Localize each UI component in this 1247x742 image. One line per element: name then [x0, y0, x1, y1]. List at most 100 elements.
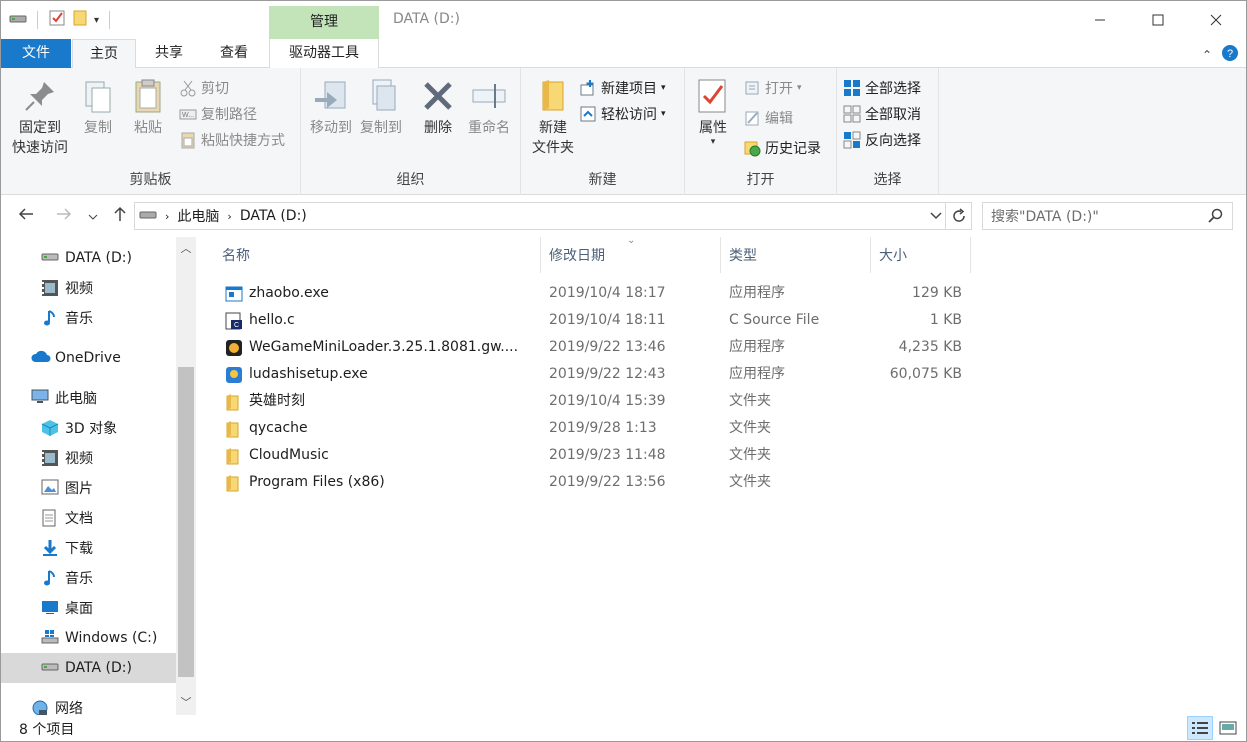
tab-drive-tools[interactable]: 驱动器工具 [269, 39, 379, 68]
file-row[interactable]: zhaobo.exe 2019/10/4 18:17 应用程序 129 KB [217, 280, 1157, 307]
divider [37, 11, 38, 29]
nav-item[interactable]: 视频 [1, 273, 176, 303]
file-date: 2019/9/28 1:13 [549, 420, 657, 436]
pin-label-2: 快速访问 [12, 140, 68, 156]
tab-share[interactable]: 共享 [139, 39, 199, 68]
file-date: 2019/10/4 15:39 [549, 393, 666, 409]
explorer-window: ▾ 管理 DATA (D:) 文件 主页 共享 查看 驱动器工具 ⌃ ? 固定到… [0, 0, 1247, 742]
file-row[interactable]: Program Files (x86) 2019/9/22 13:56 文件夹 [217, 469, 1157, 496]
copy-path-button[interactable]: W... 复制路径 [179, 102, 257, 126]
nav-item[interactable]: 视频 [1, 443, 176, 473]
nav-item[interactable]: DATA (D:) [1, 243, 176, 273]
file-row[interactable]: 英雄时刻 2019/10/4 15:39 文件夹 [217, 388, 1157, 415]
svg-text:C: C [234, 322, 239, 329]
nav-item[interactable]: DATA (D:) [1, 653, 176, 683]
scrollbar-thumb[interactable] [178, 367, 194, 677]
tab-view[interactable]: 查看 [204, 39, 264, 68]
nav-item[interactable]: 文档 [1, 503, 176, 533]
maximize-button[interactable] [1129, 1, 1187, 39]
copy-path-label: 复制路径 [201, 107, 257, 123]
svg-text:W...: W... [182, 112, 194, 119]
paste-label: 粘贴 [134, 120, 162, 136]
onedrive-icon [31, 349, 51, 367]
new-folder-button[interactable]: 新建 文件夹 [525, 78, 581, 158]
column-header-size[interactable]: 大小 [871, 237, 971, 273]
file-name-cell: WeGameMiniLoader.3.25.1.8081.gw.... [225, 334, 535, 361]
rename-button[interactable]: 重命名 [463, 78, 515, 138]
refresh-button[interactable] [946, 202, 972, 230]
nav-item[interactable]: 图片 [1, 473, 176, 503]
column-header-date[interactable]: 修改日期 [541, 237, 721, 273]
tab-manage[interactable]: 管理 [269, 6, 379, 39]
help-icon[interactable]: ? [1222, 45, 1238, 65]
delete-button[interactable]: 删除 [415, 78, 461, 138]
nav-item[interactable]: 音乐 [1, 303, 176, 333]
cut-button[interactable]: 剪切 [179, 76, 229, 100]
easy-access-label: 轻松访问 [601, 107, 657, 123]
file-row[interactable]: qycache 2019/9/28 1:13 文件夹 [217, 415, 1157, 442]
file-name: 英雄时刻 [249, 393, 305, 409]
details-view-button[interactable] [1187, 716, 1213, 740]
tab-home[interactable]: 主页 [72, 39, 136, 69]
close-button[interactable] [1187, 1, 1245, 39]
nav-item-label: 音乐 [65, 571, 93, 587]
select-all-button[interactable]: 全部选择 [843, 76, 921, 100]
invert-selection-button[interactable]: 反向选择 [843, 128, 921, 152]
file-row[interactable]: CloudMusic 2019/9/23 11:48 文件夹 [217, 442, 1157, 469]
customize-qat-icon[interactable]: ▾ [94, 15, 99, 26]
scroll-up-icon[interactable]: ︿ [176, 239, 196, 259]
nav-item[interactable]: 桌面 [1, 593, 176, 623]
file-row[interactable]: Chello.c 2019/10/4 18:11 C Source File 1 KB [217, 307, 1157, 334]
column-header-name[interactable]: 名称 [214, 237, 541, 273]
new-folder-qat-icon[interactable] [72, 9, 88, 31]
recent-locations-icon[interactable] [87, 208, 99, 227]
title-bar: ▾ 管理 DATA (D:) [1, 1, 1246, 39]
nav-item-label: OneDrive [55, 350, 121, 366]
address-bar[interactable]: › 此电脑 › DATA (D:) [134, 202, 946, 230]
select-none-icon [843, 105, 861, 123]
expand-ribbon-icon[interactable]: ⌃ [1202, 48, 1212, 62]
breadcrumb-chevron-icon[interactable]: › [165, 210, 169, 223]
minimize-button[interactable] [1071, 1, 1129, 39]
nav-item[interactable]: Windows (C:) [1, 623, 176, 653]
breadcrumb-chevron-icon[interactable]: › [227, 210, 231, 223]
nav-scrollbar[interactable]: ︿ ﹀ [176, 237, 196, 715]
history-button[interactable]: 历史记录 [743, 136, 821, 160]
paste-button[interactable]: 粘贴 [125, 78, 171, 138]
search-input[interactable]: 搜索"DATA (D:)" [982, 202, 1233, 230]
move-to-button[interactable]: 移动到 [305, 78, 357, 138]
nav-item[interactable]: 3D 对象 [1, 413, 176, 443]
new-folder-icon [535, 78, 571, 114]
file-row[interactable]: WeGameMiniLoader.3.25.1.8081.gw.... 2019/… [217, 334, 1157, 361]
breadcrumb-this-pc[interactable]: 此电脑 [177, 206, 219, 226]
file-name-cell: ludashisetup.exe [225, 361, 535, 388]
file-row[interactable]: ludashisetup.exe 2019/9/22 12:43 应用程序 60,07… [217, 361, 1157, 388]
large-icons-view-button[interactable] [1215, 716, 1241, 740]
nav-item[interactable]: 此电脑 [1, 383, 176, 413]
nav-item[interactable]: 音乐 [1, 563, 176, 593]
open-button[interactable]: 打开 ▾ [743, 76, 802, 100]
properties-qat-icon[interactable] [48, 9, 66, 31]
copy-button[interactable]: 复制 [75, 78, 121, 138]
properties-button[interactable]: 属性 ▾ [689, 78, 737, 147]
nav-item[interactable]: OneDrive [1, 343, 176, 373]
nav-item[interactable]: 下载 [1, 533, 176, 563]
scroll-down-icon[interactable]: ﹀ [176, 693, 196, 713]
group-label-organize: 组织 [396, 172, 425, 188]
up-icon[interactable] [111, 205, 129, 227]
folder-icon [225, 474, 243, 492]
tab-file[interactable]: 文件 [1, 39, 71, 68]
easy-access-button[interactable]: 轻松访问 ▾ [579, 102, 666, 126]
select-none-button[interactable]: 全部取消 [843, 102, 921, 126]
pin-quick-access-button[interactable]: 固定到 快速访问 [7, 78, 73, 158]
address-dropdown-icon[interactable] [929, 208, 943, 226]
new-item-button[interactable]: 新建项目 ▾ [579, 76, 666, 100]
group-label-select: 选择 [873, 172, 902, 188]
forward-icon[interactable] [55, 205, 73, 227]
paste-shortcut-button[interactable]: 粘贴快捷方式 [179, 128, 285, 152]
edit-button[interactable]: 编辑 [743, 106, 793, 130]
back-icon[interactable] [17, 205, 35, 227]
column-header-type[interactable]: 类型 [721, 237, 871, 273]
copy-to-button[interactable]: 复制到 [355, 78, 407, 138]
breadcrumb-data-drive[interactable]: DATA (D:) [240, 208, 307, 224]
